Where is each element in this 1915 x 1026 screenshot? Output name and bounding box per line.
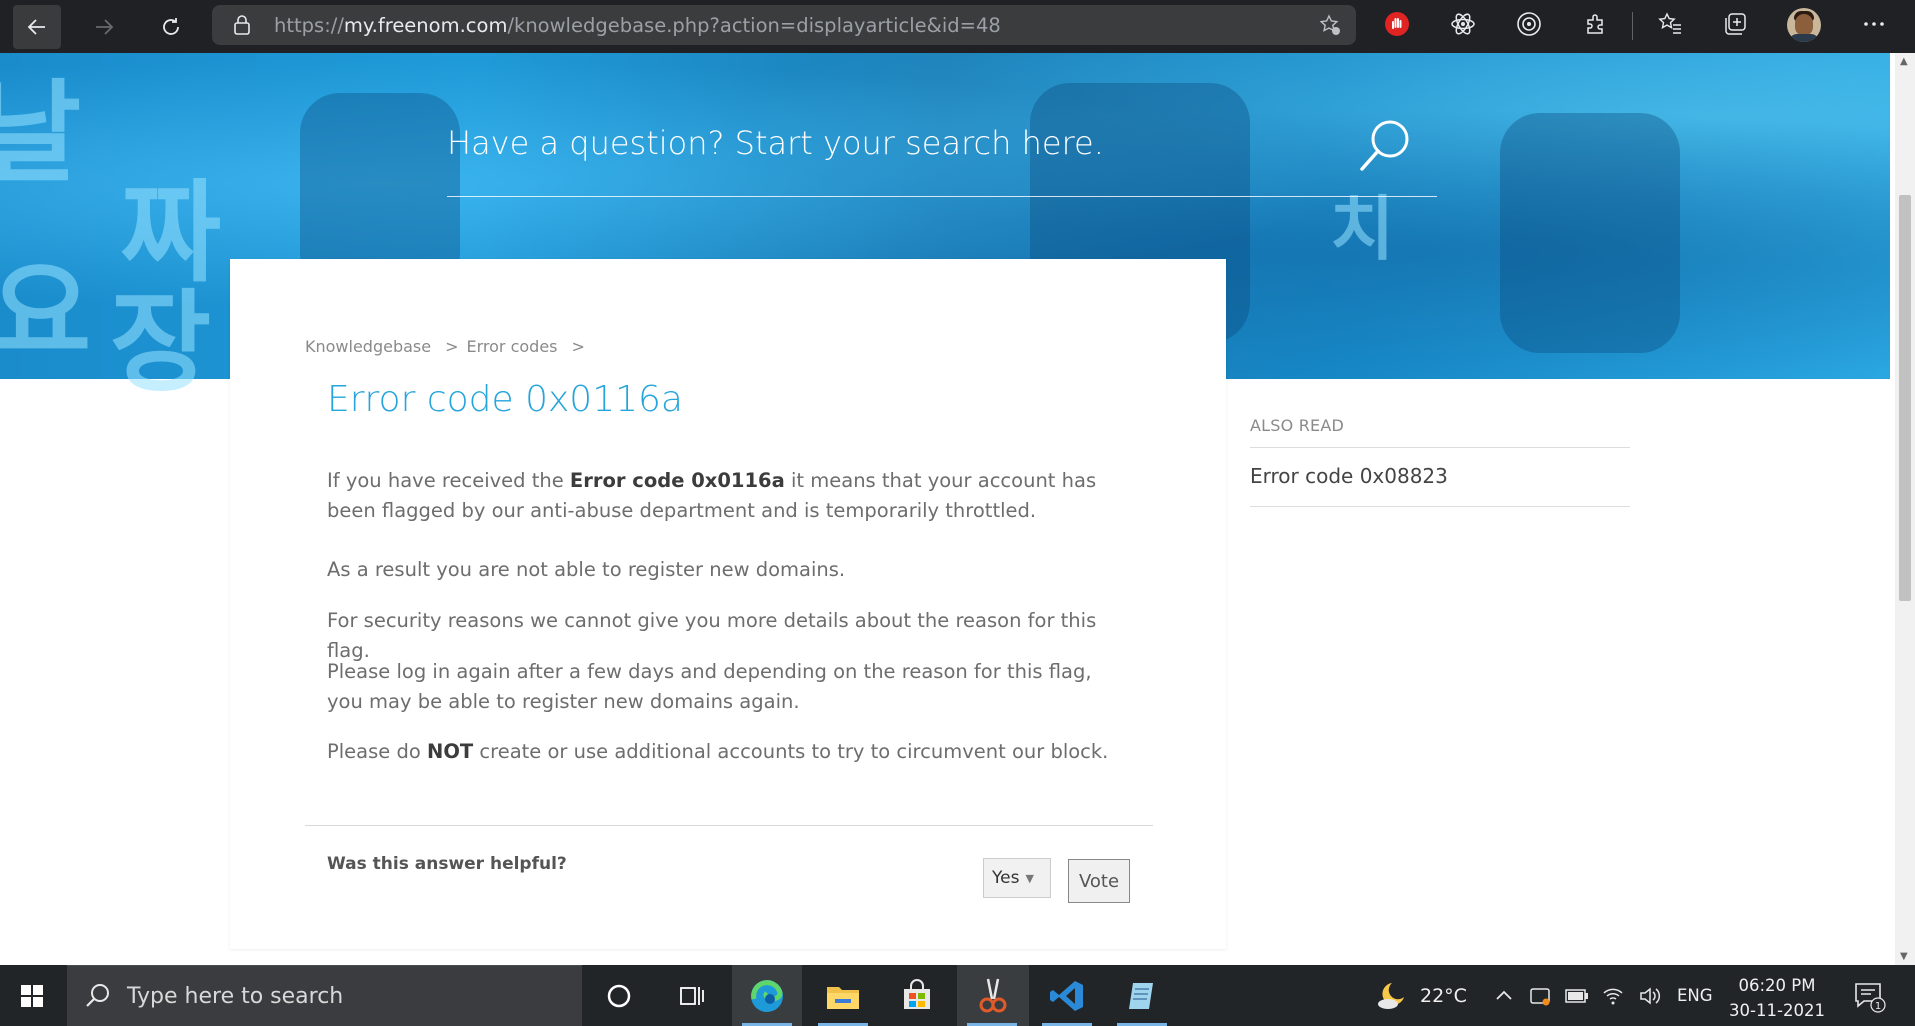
forward-button[interactable]: [80, 5, 128, 49]
hero-decoration: 장: [110, 279, 212, 407]
p5-text: Please do: [327, 740, 427, 763]
hero-decoration: 날: [0, 69, 82, 197]
taskbar-search-placeholder: Type here to search: [127, 983, 344, 1009]
p1-text: If you have received the: [327, 469, 570, 492]
hero-decoration: 요: [0, 249, 92, 377]
back-button[interactable]: [13, 4, 61, 49]
scrollbar-thumb[interactable]: [1899, 195, 1911, 601]
arrow-right-icon: [96, 18, 114, 35]
cortana-icon[interactable]: [584, 965, 654, 1026]
kb-search-input[interactable]: Have a question? Start your search here.: [447, 124, 1104, 162]
meet-now-icon[interactable]: [1529, 965, 1551, 1026]
breadcrumb-separator: >: [571, 337, 585, 356]
helpful-select[interactable]: Yes ▼: [983, 858, 1051, 898]
task-view-icon[interactable]: [656, 965, 726, 1026]
article-paragraph: As a result you are not able to register…: [327, 558, 846, 581]
scroll-down-icon[interactable]: ▼: [1900, 951, 1908, 962]
p5-text-end: create or use additional accounts to try…: [473, 740, 1109, 763]
add-favorite-icon[interactable]: [1318, 13, 1342, 37]
wifi-icon[interactable]: [1602, 965, 1624, 1026]
p5-not: NOT: [427, 740, 474, 763]
hero-decoration: [1500, 113, 1680, 353]
url-path: /knowledgebase.php?action=displayarticle…: [507, 13, 1001, 37]
clock-date: 30-11-2021: [1729, 1001, 1825, 1020]
extensions-puzzle-icon[interactable]: [1581, 9, 1611, 39]
temperature: 22°C: [1420, 984, 1467, 1007]
notification-center-icon[interactable]: 1: [1852, 979, 1886, 1013]
clock-time: 06:20 PM: [1738, 976, 1816, 995]
url-prefix: https://: [274, 13, 344, 37]
chevron-up-icon: [1496, 990, 1512, 1000]
collections-icon[interactable]: [1720, 9, 1750, 39]
breadcrumb-separator: >: [445, 337, 459, 356]
weather-widget[interactable]: 22°C: [1374, 965, 1467, 1026]
browser-toolbar: https://my.freenom.com/knowledgebase.php…: [0, 0, 1915, 53]
article-title: Error code 0x0116a: [327, 379, 683, 420]
reload-icon: [163, 17, 179, 35]
edge-browser-icon[interactable]: [732, 965, 802, 1026]
file-explorer-icon[interactable]: [808, 965, 878, 1026]
also-read-link[interactable]: Error code 0x08823: [1250, 448, 1630, 507]
also-read-panel: ALSO READ Error code 0x08823: [1250, 416, 1630, 507]
favorites-icon[interactable]: [1655, 9, 1685, 39]
url-text[interactable]: https://my.freenom.com/knowledgebase.php…: [274, 14, 1001, 37]
input-language[interactable]: ENG: [1677, 965, 1713, 1026]
target-extension-icon[interactable]: [1514, 9, 1544, 39]
profile-avatar[interactable]: [1787, 8, 1821, 42]
start-button[interactable]: [0, 965, 64, 1026]
arrow-left-icon: [27, 18, 45, 35]
toolbar-separator: [1632, 12, 1633, 40]
moon-cloud-icon: [1378, 982, 1404, 1009]
article-card: Knowledgebase > Error codes > Error code…: [230, 259, 1226, 949]
windows-logo-icon: [21, 984, 43, 1007]
taskbar: Type here to search 22°C ENG 06:20 PM 30…: [0, 965, 1915, 1026]
volume-icon[interactable]: [1638, 965, 1662, 1026]
caret-down-icon: ▼: [1025, 871, 1034, 885]
more-options-icon[interactable]: [1859, 9, 1889, 39]
breadcrumb: Knowledgebase > Error codes >: [305, 337, 593, 356]
p1-error-code: Error code 0x0116a: [569, 469, 785, 492]
address-bar[interactable]: https://my.freenom.com/knowledgebase.php…: [212, 5, 1356, 45]
system-clock[interactable]: 06:20 PM 30-11-2021: [1722, 973, 1832, 1023]
react-devtools-icon[interactable]: [1448, 9, 1478, 39]
article-paragraph: Please log in again after a few days and…: [327, 660, 1092, 713]
url-host: my.freenom.com: [343, 13, 508, 37]
search-underline: [447, 196, 1437, 197]
page-scrollbar[interactable]: ▲ ▼: [1895, 53, 1915, 965]
article-paragraph: If you have received the Error code 0x01…: [327, 466, 1117, 526]
breadcrumb-knowledgebase[interactable]: Knowledgebase: [305, 337, 431, 356]
taskbar-search[interactable]: Type here to search: [67, 965, 582, 1026]
stop-hand-extension-icon[interactable]: [1382, 9, 1412, 39]
breadcrumb-error-codes[interactable]: Error codes: [467, 337, 558, 356]
article-paragraph: Please do NOT create or use additional a…: [327, 737, 1117, 767]
vscode-icon[interactable]: [1032, 965, 1102, 1026]
vote-button[interactable]: Vote: [1068, 859, 1130, 903]
scroll-up-icon[interactable]: ▲: [1900, 56, 1908, 67]
snipping-tool-icon[interactable]: [957, 965, 1029, 1026]
show-hidden-icons[interactable]: [1494, 965, 1514, 1026]
helpful-select-value: Yes: [992, 868, 1020, 888]
notification-count: 1: [1875, 1001, 1881, 1012]
battery-icon[interactable]: [1565, 965, 1589, 1026]
search-icon[interactable]: [1355, 115, 1415, 175]
hero-decoration: 치: [1330, 188, 1395, 270]
divider: [305, 825, 1153, 826]
page-viewport: 날 짜 요 장 치 Have a question? Start your se…: [0, 53, 1895, 965]
reload-button[interactable]: [147, 5, 195, 49]
microsoft-store-icon[interactable]: [882, 965, 952, 1026]
helpful-question: Was this answer helpful?: [327, 854, 567, 874]
notepad-icon[interactable]: [1107, 965, 1177, 1026]
lock-icon[interactable]: [230, 13, 254, 37]
also-read-heading: ALSO READ: [1250, 416, 1630, 448]
search-icon: [86, 984, 109, 1007]
